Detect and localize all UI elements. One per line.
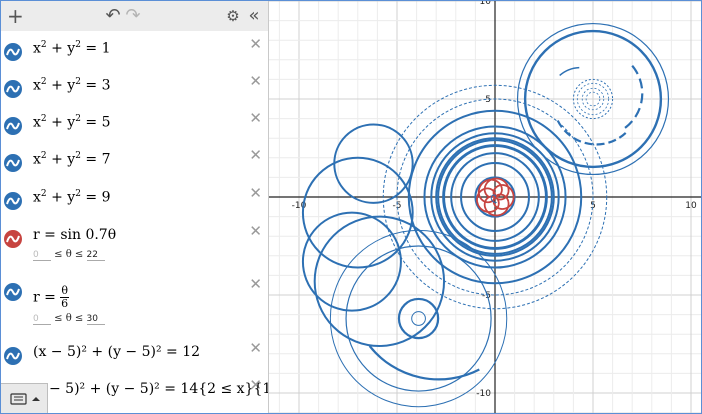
lower-arc (368, 345, 480, 381)
expression-math[interactable]: r = sin 0.7θ (33, 227, 116, 243)
delete-expression-close-icon[interactable]: ✕ (249, 275, 262, 293)
collapse-list-button[interactable]: « (245, 5, 263, 27)
expression-math[interactable]: − 5)² + (y − 5)² = 14{2 ≤ x}{1.5 ≤ (49, 381, 268, 397)
expression-row[interactable]: ✕ x2 + y2 = 9 (1, 180, 268, 219)
expression-toolbar: + ↶ ↷ ⚙ « (1, 1, 268, 32)
expression-math[interactable]: (x − 5)² + (y − 5)² = 12 (33, 344, 200, 360)
domain-max-input[interactable]: 22 (86, 250, 105, 261)
settings-gear-icon[interactable]: ⚙ (225, 5, 241, 27)
expression-row[interactable]: ✕ r = sin 0.7θ 0 ≤ θ ≤ 22 (1, 218, 268, 272)
var-x: x (33, 189, 41, 206)
delete-expression-close-icon[interactable]: ✕ (249, 339, 262, 357)
polar-equation: r = sin 0.7θ (33, 227, 117, 243)
x-tick-label: 10 (685, 201, 697, 211)
equation-value: = 3 (80, 77, 111, 94)
redo-button[interactable]: ↷ (125, 5, 141, 27)
y-tick-label: 5 (485, 95, 491, 105)
domain-max-input[interactable]: 30 (86, 314, 105, 325)
domain-range-text: ≤ θ ≤ (51, 249, 87, 260)
var-x: x (33, 77, 41, 94)
graph-wave-icon[interactable] (4, 283, 22, 301)
graph-wave-icon[interactable] (4, 43, 22, 61)
y-tick-label: 10 (480, 1, 492, 7)
expression-row[interactable]: ✕ r = θ6 0 ≤ θ ≤ 30 (1, 271, 268, 336)
expression-math[interactable]: x2 + y2 = 7 (33, 151, 110, 168)
equation-value: = 1 (80, 40, 111, 57)
var-x: x (33, 114, 41, 131)
add-expression-button[interactable]: + (7, 5, 24, 27)
graph-wave-icon[interactable] (4, 80, 22, 98)
expression-math[interactable]: x2 + y2 = 1 (33, 40, 110, 57)
delete-expression-close-icon[interactable]: ✕ (249, 35, 262, 53)
var-x: x (33, 151, 41, 168)
expression-row[interactable]: ✕ x2 + y2 = 7 (1, 142, 268, 181)
graph-wave-icon[interactable] (4, 230, 22, 248)
expression-math[interactable]: r = θ6 (33, 285, 69, 310)
equation-value: = 5 (80, 114, 111, 131)
graph-paper[interactable]: -10 -5 5 10 10 5 -5 -10 (259, 1, 701, 413)
expression-row[interactable]: ✕ x2 + y2 = 1 (1, 31, 268, 69)
fraction-denominator: 6 (61, 297, 69, 310)
expression-math[interactable]: x2 + y2 = 5 (33, 114, 110, 131)
circle-left-top (333, 123, 414, 204)
equation-value: = 9 (80, 189, 111, 206)
expression-math[interactable]: x2 + y2 = 3 (33, 77, 110, 94)
var-x: x (33, 40, 41, 57)
delete-expression-close-icon[interactable]: ✕ (249, 72, 262, 90)
domain-restriction: 0 ≤ θ ≤ 30 (33, 313, 105, 325)
undo-button[interactable]: ↶ (105, 5, 121, 27)
plus-sign: + (46, 189, 68, 206)
delete-expression-close-icon[interactable]: ✕ (249, 222, 262, 240)
circle-lower-tiny (411, 311, 426, 326)
circle-lower-thin (329, 229, 508, 408)
expression-list: + ↶ ↷ ⚙ « ✕ x2 + y2 = 1 ✕ x2 + y2 = 3 ✕ x2 + … (1, 1, 269, 413)
small-arc (559, 66, 580, 77)
domain-restriction: 0 ≤ θ ≤ 22 (33, 249, 105, 261)
expression-row[interactable]: ✕ (x − 5)² + (y − 5)² = 12 (1, 335, 268, 373)
equation-text: (x − 5)² + (y − 5)² = 12 (33, 344, 201, 360)
graph-wave-icon[interactable] (4, 192, 22, 210)
graph-wave-icon[interactable] (4, 154, 22, 172)
app-window: + ↶ ↷ ⚙ « ✕ x2 + y2 = 1 ✕ x2 + y2 = 3 ✕ x2 + … (0, 0, 702, 414)
var-y: y (67, 151, 76, 168)
keyboard-icon (10, 393, 40, 405)
y-tick-label: -10 (476, 389, 491, 399)
graph-wave-icon[interactable] (4, 347, 22, 365)
plus-sign: + (46, 77, 68, 94)
var-y: y (67, 40, 76, 57)
delete-expression-close-icon[interactable]: ✕ (249, 146, 262, 164)
expression-row[interactable]: ✕ x2 + y2 = 3 (1, 68, 268, 106)
expression-row[interactable]: ✕ x2 + y2 = 5 (1, 105, 268, 143)
fraction: θ6 (60, 285, 69, 310)
var-y: y (67, 114, 76, 131)
delete-expression-close-icon[interactable]: ✕ (249, 184, 262, 202)
circle-lower (345, 245, 492, 392)
keyboard-toggle-button[interactable] (1, 383, 48, 413)
var-y: y (67, 77, 76, 94)
domain-range-text: ≤ θ ≤ (51, 313, 87, 324)
plus-sign: + (46, 151, 68, 168)
graph-canvas[interactable]: -10 -5 5 10105-5-10 (259, 1, 701, 413)
equation-value: = 7 (80, 151, 111, 168)
polar-prefix: r = (33, 289, 61, 306)
graph-wave-icon[interactable] (4, 117, 22, 135)
var-y: y (67, 189, 76, 206)
expression-math[interactable]: x2 + y2 = 9 (33, 189, 110, 206)
domain-min-input[interactable]: 0 (33, 314, 51, 325)
plus-sign: + (46, 40, 68, 57)
delete-expression-close-icon[interactable]: ✕ (249, 109, 262, 127)
plus-sign: + (46, 114, 68, 131)
equation-text: − 5)² + (y − 5)² = 14{2 ≤ x}{1.5 ≤ (49, 381, 268, 397)
domain-min-input[interactable]: 0 (33, 250, 51, 261)
